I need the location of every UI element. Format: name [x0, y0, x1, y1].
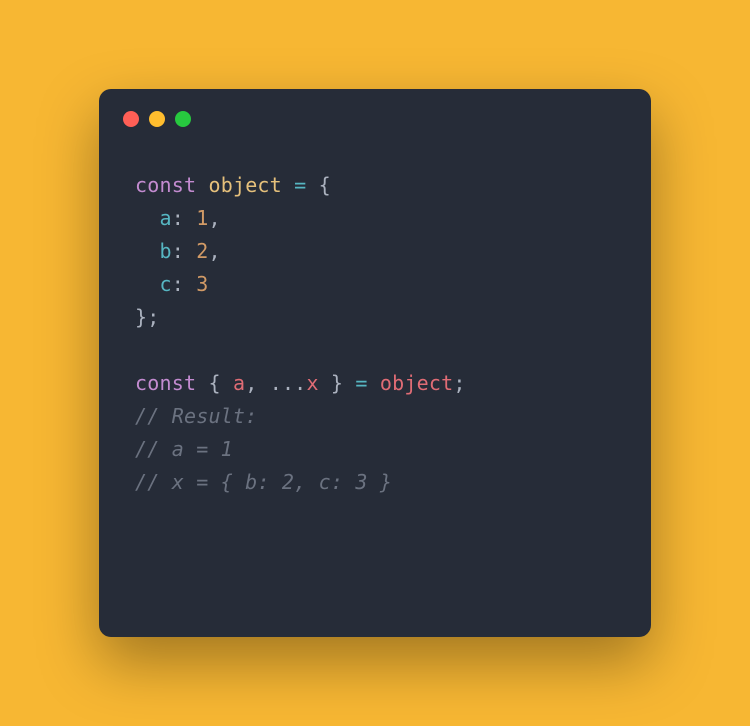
variable-a: a [233, 371, 245, 395]
code-area: const object = { a: 1, b: 2, c: 3 }; con… [99, 127, 651, 499]
colon: : [172, 206, 184, 230]
indent [135, 239, 159, 263]
comment-a: // a = 1 [135, 437, 233, 461]
comma: , [208, 239, 220, 263]
destructure-open: { [208, 371, 232, 395]
identifier-object: object [208, 173, 281, 197]
space [306, 173, 318, 197]
space [368, 371, 380, 395]
space [184, 272, 196, 296]
indent [135, 206, 159, 230]
property-b: b [159, 239, 171, 263]
number-3: 3 [196, 272, 208, 296]
space [282, 173, 294, 197]
space [343, 371, 355, 395]
minimize-icon[interactable] [149, 111, 165, 127]
colon: : [172, 239, 184, 263]
brace-open: { [319, 173, 331, 197]
close-icon[interactable] [123, 111, 139, 127]
operator-equals: = [294, 173, 306, 197]
spread-operator: ... [270, 371, 307, 395]
brace-close-semi: }; [135, 305, 159, 329]
code-window: const object = { a: 1, b: 2, c: 3 }; con… [99, 89, 651, 637]
keyword-const: const [135, 173, 196, 197]
colon: : [172, 272, 184, 296]
number-1: 1 [196, 206, 208, 230]
space [184, 239, 196, 263]
window-titlebar [99, 89, 651, 127]
comma: , [245, 371, 257, 395]
operator-equals: = [355, 371, 367, 395]
property-c: c [159, 272, 171, 296]
destructure-close: } [319, 371, 343, 395]
comment-x: // x = { b: 2, c: 3 } [135, 470, 392, 494]
space [196, 173, 208, 197]
property-a: a [159, 206, 171, 230]
number-2: 2 [196, 239, 208, 263]
comment-result: // Result: [135, 404, 257, 428]
comma: , [208, 206, 220, 230]
variable-x: x [306, 371, 318, 395]
indent [135, 272, 159, 296]
space [184, 206, 196, 230]
keyword-const: const [135, 371, 196, 395]
space [257, 371, 269, 395]
identifier-object-ref: object [380, 371, 453, 395]
zoom-icon[interactable] [175, 111, 191, 127]
semicolon: ; [453, 371, 465, 395]
space [196, 371, 208, 395]
